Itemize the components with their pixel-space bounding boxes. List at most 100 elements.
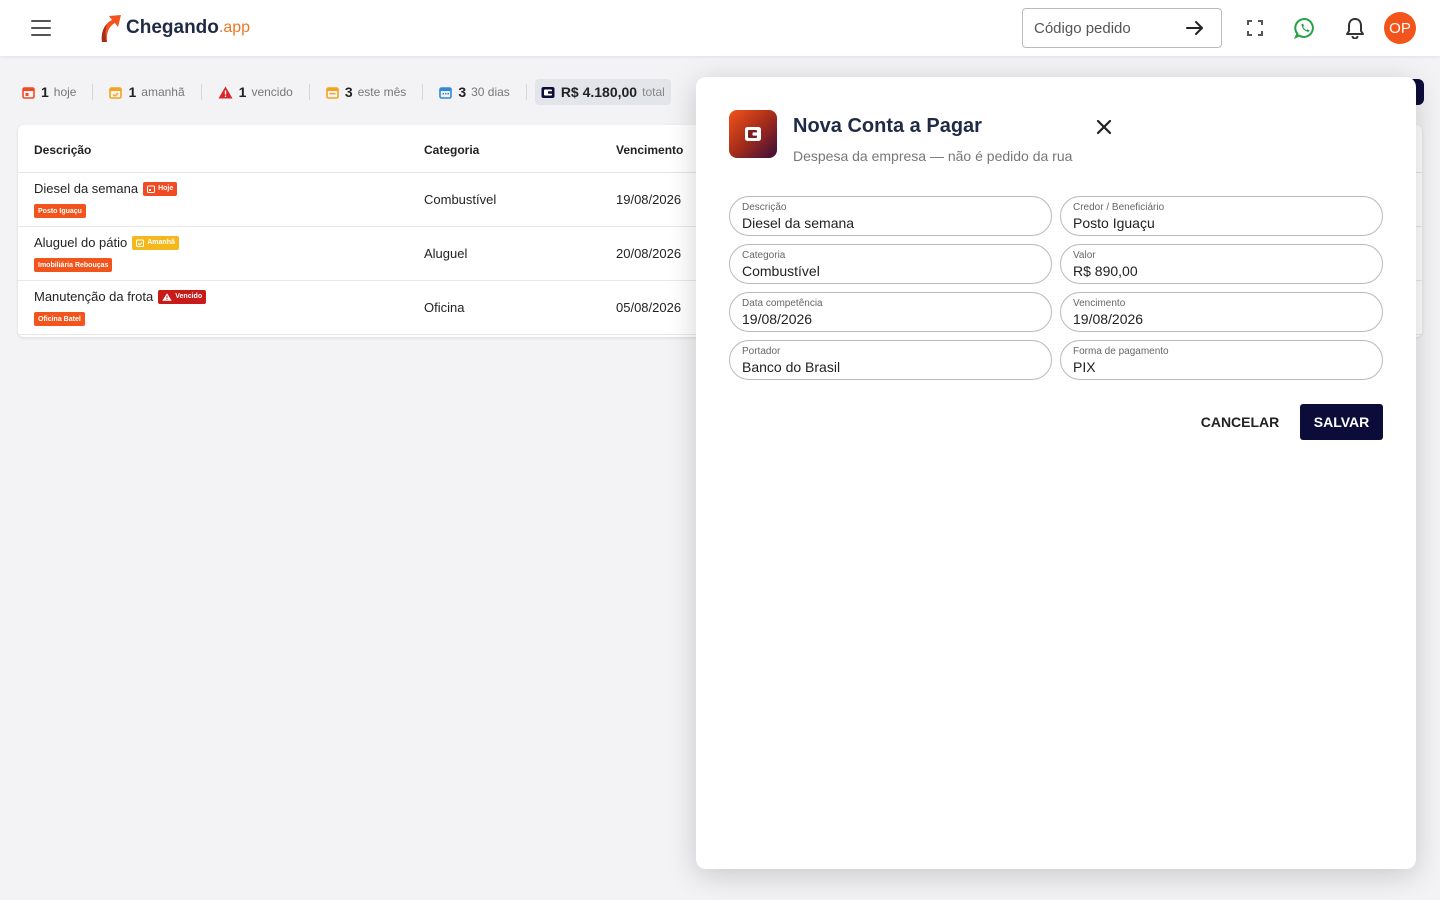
category-field[interactable]: Categoria <box>729 244 1052 284</box>
calendar-icon <box>439 86 453 99</box>
cancel-button[interactable]: CANCELAR <box>1193 404 1287 440</box>
dialog-subtitle: Despesa da empresa — não é pedido da rua <box>793 148 1073 164</box>
summary-overdue[interactable]: 1 vencido <box>210 79 301 105</box>
order-code-input[interactable] <box>1034 19 1174 37</box>
summary-today-label: hoje <box>53 85 77 99</box>
summary-total-value: R$ 4.180,00 <box>560 84 638 100</box>
row-description: Manutenção da frota Vencido <box>34 289 207 304</box>
row-description-text: Aluguel do pátio <box>34 235 128 250</box>
row-due-date: 05/08/2026 <box>616 300 682 315</box>
summary-overdue-count: 1 <box>238 84 247 100</box>
bearer-input[interactable] <box>742 359 1039 375</box>
summary-30-days[interactable]: 3 30 dias <box>431 79 518 105</box>
logo-suffix: .app <box>218 19 251 36</box>
bell-icon[interactable] <box>1345 17 1365 39</box>
status-badge: Amanhã <box>132 235 179 250</box>
field-label: Forma de pagamento <box>1073 346 1169 357</box>
description-input[interactable] <box>742 215 1039 231</box>
summary-today-count: 1 <box>41 84 49 100</box>
category-input[interactable] <box>742 263 1039 279</box>
divider <box>308 84 310 100</box>
due-date-input[interactable] <box>1073 311 1370 327</box>
status-badge-label: Vencido <box>175 293 203 300</box>
summary-tomorrow-label: amanhã <box>141 85 185 99</box>
whatsapp-icon[interactable] <box>1294 17 1316 39</box>
calendar-icon <box>22 86 35 99</box>
divider <box>200 84 202 100</box>
dialog-title: Nova Conta a Pagar <box>793 115 982 137</box>
summary-today[interactable]: 1 hoje <box>14 79 84 105</box>
payment-method-input[interactable] <box>1073 359 1370 375</box>
wallet-icon <box>541 86 555 98</box>
warning-icon <box>218 86 233 98</box>
summary-tomorrow-count: 1 <box>128 84 137 100</box>
summary-tomorrow[interactable]: 1 amanhã <box>101 79 192 105</box>
due-date-field[interactable]: Vencimento <box>1060 292 1383 332</box>
amount-field[interactable]: Valor <box>1060 244 1383 284</box>
field-label: Portador <box>742 346 781 357</box>
summary-strip: 1 hoje 1 amanhã 1 vencido 3 este mês 3 3… <box>14 79 671 105</box>
app-logo[interactable]: Chegando .app <box>96 12 250 44</box>
calendar-icon <box>136 239 145 247</box>
field-label: Vencimento <box>1073 298 1126 309</box>
creditor-field[interactable]: Credor / Beneficiário <box>1060 196 1383 236</box>
save-button[interactable]: SALVAR <box>1300 404 1383 440</box>
calendar-icon <box>326 86 339 99</box>
summary-total[interactable]: R$ 4.180,00 total <box>534 79 671 105</box>
row-description-text: Diesel da semana <box>34 181 139 196</box>
new-bill-dialog: Nova Conta a Pagar Despesa da empresa — … <box>696 77 1416 869</box>
creditor-tag: Imobiliária Rebouças <box>34 258 113 272</box>
row-description: Aluguel do pátio Amanhã <box>34 235 179 250</box>
summary-overdue-label: vencido <box>251 85 293 99</box>
summary-this-month[interactable]: 3 este mês <box>318 79 414 105</box>
arrow-right-icon[interactable] <box>1185 18 1205 38</box>
arrow-logo-icon <box>101 15 121 42</box>
amount-input[interactable] <box>1073 263 1370 279</box>
accrual-date-input[interactable] <box>742 311 1039 327</box>
divider <box>525 84 527 100</box>
wallet-icon <box>729 110 777 158</box>
creditor-tag: Oficina Batel <box>34 312 85 326</box>
summary-30days-count: 3 <box>458 84 467 100</box>
accrual-date-field[interactable]: Data competência <box>729 292 1052 332</box>
creditor-input[interactable] <box>1073 215 1370 231</box>
row-description: Diesel da semana Hoje <box>34 181 178 196</box>
calendar-icon <box>109 86 123 99</box>
hamburger-icon[interactable] <box>31 20 51 36</box>
row-category: Combustível <box>424 192 497 207</box>
summary-month-label: este mês <box>357 85 407 99</box>
field-label: Data competência <box>742 298 823 309</box>
warning-icon <box>162 292 172 301</box>
status-badge: Hoje <box>143 181 178 196</box>
fullscreen-icon[interactable] <box>1246 19 1264 37</box>
field-label: Valor <box>1073 250 1096 261</box>
row-category: Oficina <box>424 300 465 315</box>
status-badge-label: Hoje <box>158 185 174 192</box>
summary-month-count: 3 <box>344 84 353 100</box>
description-field[interactable]: Descrição <box>729 196 1052 236</box>
calendar-icon <box>147 185 156 193</box>
top-bar: Chegando.app OP <box>0 0 1440 56</box>
row-category: Aluguel <box>424 246 468 261</box>
field-label: Categoria <box>742 250 786 261</box>
creditor-tag: Posto Iguaçu <box>34 204 86 218</box>
logo-text: Chegando <box>126 17 219 38</box>
field-label: Descrição <box>742 202 787 213</box>
user-avatar[interactable]: OP <box>1384 12 1416 44</box>
order-code-search <box>1022 8 1222 48</box>
payment-method-field[interactable]: Forma de pagamento <box>1060 340 1383 380</box>
row-due-date: 20/08/2026 <box>616 246 682 261</box>
divider <box>422 84 424 100</box>
summary-total-label: total <box>642 85 665 99</box>
column-header-description[interactable]: Descrição <box>34 143 91 157</box>
divider <box>92 84 94 100</box>
status-badge: Vencido <box>158 289 207 304</box>
bearer-field[interactable]: Portador <box>729 340 1052 380</box>
close-icon[interactable] <box>1096 119 1112 135</box>
summary-30days-label: 30 dias <box>471 85 510 99</box>
column-header-due[interactable]: Vencimento <box>616 143 683 157</box>
column-header-category[interactable]: Categoria <box>424 143 479 157</box>
status-badge-label: Amanhã <box>147 239 175 246</box>
field-label: Credor / Beneficiário <box>1073 202 1165 213</box>
row-due-date: 19/08/2026 <box>616 192 682 207</box>
